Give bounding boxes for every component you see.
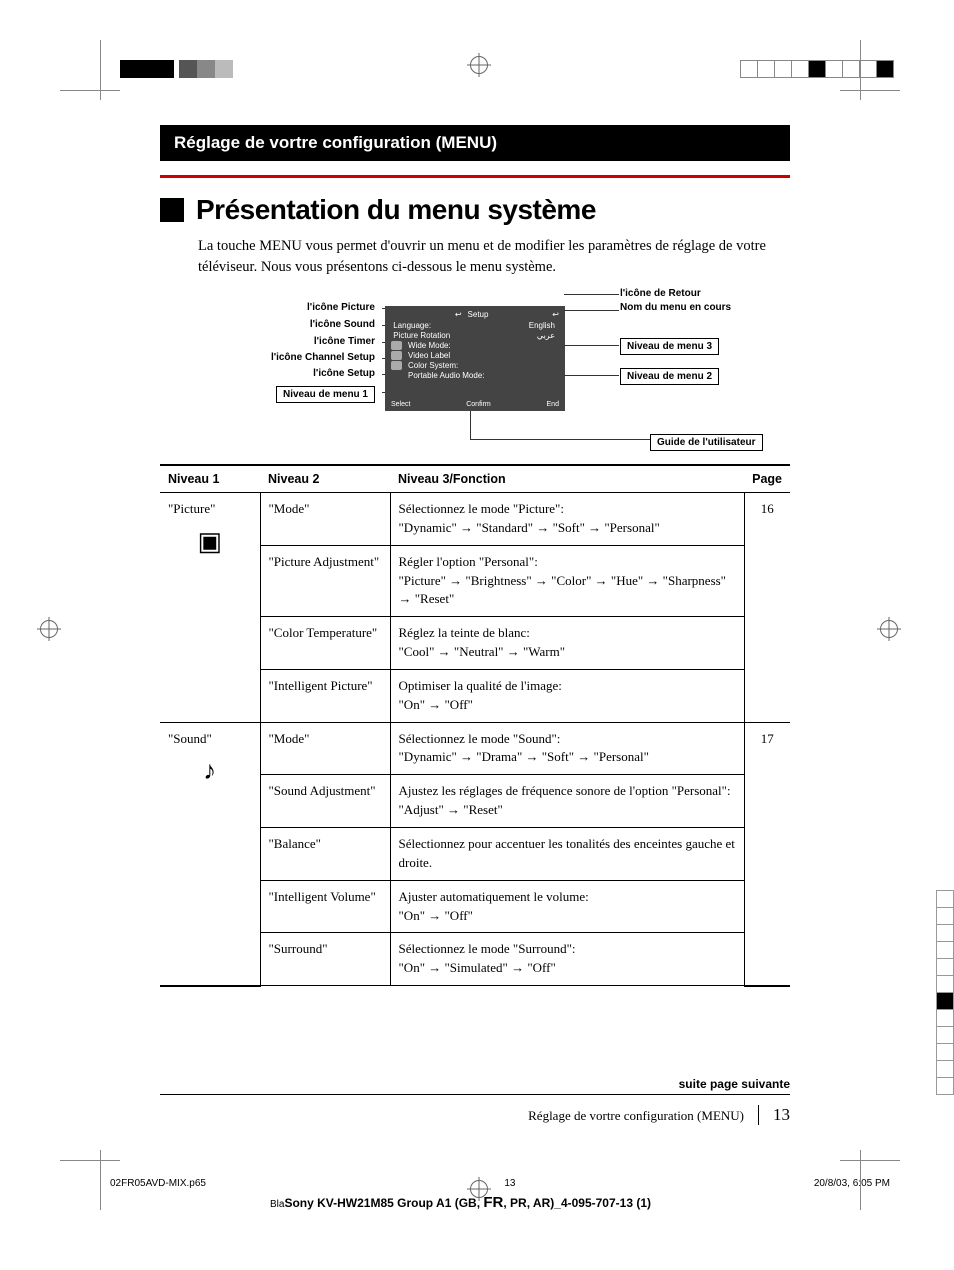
stamp2-main2: , PR, AR)_4-095-707-13 (1): [503, 1196, 651, 1210]
channel-icon: [391, 351, 402, 360]
cell-level3: Ajuster automatiquement le volume:"On" →…: [390, 880, 744, 933]
register-mark: [880, 620, 898, 638]
menu-table: Niveau 1 Niveau 2 Niveau 3/Fonction Page…: [160, 464, 790, 987]
cell-level3: Sélectionnez le mode "Sound":"Dynamic" →…: [390, 722, 744, 775]
tab-strip: [936, 890, 954, 1094]
section-header: Réglage de vortre configuration (MENU): [160, 125, 790, 161]
osd-wide-label: Wide Mode:: [408, 341, 451, 350]
page-footer: Réglage de vortre configuration (MENU) 1…: [160, 1105, 790, 1125]
osd-title: Setup: [468, 310, 489, 319]
cell-level3: Optimiser la qualité de l'image:"On" → "…: [390, 669, 744, 722]
timer-icon: [391, 341, 402, 350]
cell-level3: Réglez la teinte de blanc:"Cool" → "Neut…: [390, 617, 744, 670]
label-return-icon: l'icône de Retour: [620, 288, 701, 299]
register-mark: [470, 56, 488, 74]
cell-level3: Sélectionnez pour accentuer les tonalité…: [390, 828, 744, 881]
title-bullet: [160, 198, 184, 222]
stamp-file: 02FR05AVD-MIX.p65: [110, 1178, 206, 1189]
stamp-datetime: 20/8/03, 6:05 PM: [814, 1178, 890, 1189]
cell-level3: Sélectionnez le mode "Surround":"On" → "…: [390, 933, 744, 986]
label-timer-icon: l'icône Timer: [314, 336, 375, 347]
crop-mark: [100, 1150, 101, 1210]
th-level1: Niveau 1: [160, 465, 260, 493]
cell-level2: "Balance": [260, 828, 390, 881]
osd-color-label: Color System:: [408, 361, 458, 370]
label-sound-icon: l'icône Sound: [310, 319, 375, 330]
th-page: Page: [744, 465, 790, 493]
setup-icon: [391, 361, 402, 370]
label-user-guide: Guide de l'utilisateur: [650, 434, 763, 451]
crop-mark: [840, 1160, 900, 1161]
osd-panel: ↩Setup↩ Language: English Picture Rotati…: [385, 306, 565, 411]
crop-mark: [60, 1160, 120, 1161]
table-row: "Sound"♪"Mode"Sélectionnez le mode "Soun…: [160, 722, 790, 775]
cell-page: 16: [744, 493, 790, 723]
crop-mark: [840, 90, 900, 91]
label-channel-icon: l'icône Channel Setup: [271, 352, 375, 363]
level1-label: "Picture": [168, 501, 215, 516]
stamp2-fr: FR: [483, 1194, 503, 1211]
cell-level2: "Picture Adjustment": [260, 545, 390, 617]
label-menu-level-3: Niveau de menu 3: [620, 338, 719, 355]
crop-mark: [60, 90, 120, 91]
footer-page-number: 13: [758, 1105, 790, 1125]
label-picture-icon: l'icône Picture: [307, 302, 375, 313]
cell-level2: "Mode": [260, 493, 390, 546]
label-setup-icon: l'icône Setup: [313, 368, 375, 379]
cell-level1: "Picture" ▣: [160, 493, 260, 723]
osd-portable-label: Portable Audio Mode:: [408, 371, 485, 380]
cell-page: 17: [744, 722, 790, 985]
th-level3: Niveau 3/Fonction: [390, 465, 744, 493]
picture-icon: ▣: [168, 523, 252, 561]
sound-icon: ♪: [168, 752, 252, 790]
label-menu-level-2: Niveau de menu 2: [620, 368, 719, 385]
divider: [160, 175, 790, 178]
osd-footer-end: End: [547, 401, 559, 408]
th-level2: Niveau 2: [260, 465, 390, 493]
file-stamp: 02FR05AVD-MIX.p65 13 20/8/03, 6:05 PM: [110, 1178, 890, 1189]
level1-label: "Sound": [168, 731, 212, 746]
cell-level1: "Sound" ♪: [160, 722, 260, 985]
cell-level3: Sélectionnez le mode "Picture":"Dynamic"…: [390, 493, 744, 546]
osd-footer-select: Select: [391, 401, 410, 408]
osd-language-value: English: [529, 321, 555, 330]
cell-level3: Ajustez les réglages de fréquence sonore…: [390, 775, 744, 828]
crop-mark: [100, 40, 101, 100]
cell-level2: "Sound Adjustment": [260, 775, 390, 828]
osd-video-label: Video Label: [408, 351, 450, 360]
stamp2-pre: Bla: [270, 1199, 284, 1210]
cell-level2: "Intelligent Picture": [260, 669, 390, 722]
osd-rotation-label: Picture Rotation: [393, 331, 450, 340]
cell-level2: "Mode": [260, 722, 390, 775]
stamp2-main1: Sony KV-HW21M85 Group A1 (GB: [284, 1196, 476, 1210]
cell-level2: "Intelligent Volume": [260, 880, 390, 933]
osd-language-label: Language:: [393, 321, 431, 330]
footer-text: Réglage de vortre configuration (MENU): [528, 1108, 744, 1124]
intro-text: La touche MENU vous permet d'ouvrir un m…: [198, 236, 790, 278]
osd-footer-confirm: Confirm: [466, 401, 491, 408]
register-mark: [40, 620, 58, 638]
cell-level2: "Surround": [260, 933, 390, 986]
continue-next-page: suite page suivante: [160, 1077, 790, 1095]
doc-id-stamp: BlaSony KV-HW21M85 Group A1 (GB, FR, PR,…: [270, 1194, 651, 1211]
calibration-squares: [120, 60, 233, 78]
calibration-squares-right: [741, 60, 894, 78]
label-menu-level-1: Niveau de menu 1: [276, 386, 375, 403]
stamp-page: 13: [504, 1178, 515, 1189]
page-title: Présentation du menu système: [196, 194, 596, 226]
table-row: "Picture"▣"Mode"Sélectionnez le mode "Pi…: [160, 493, 790, 546]
cell-level3: Régler l'option "Personal":"Picture" → "…: [390, 545, 744, 617]
osd-arabic-label: عربي: [537, 331, 555, 340]
cell-level2: "Color Temperature": [260, 617, 390, 670]
menu-diagram: l'icône Picture l'icône Sound l'icône Ti…: [160, 296, 790, 456]
label-current-menu-name: Nom du menu en cours: [620, 302, 731, 313]
